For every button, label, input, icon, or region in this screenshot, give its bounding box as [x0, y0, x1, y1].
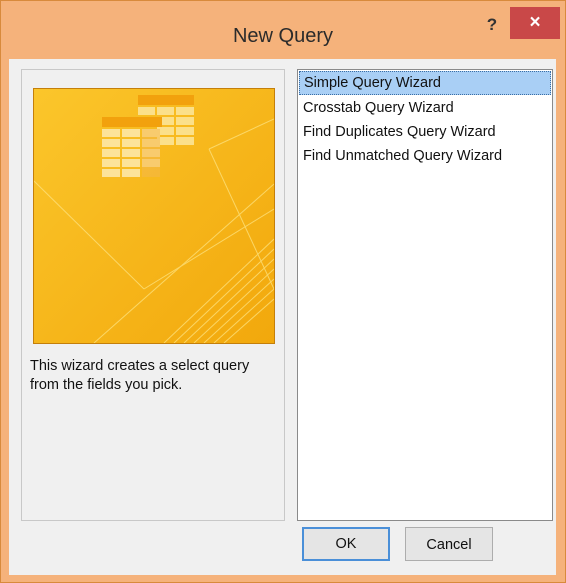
title-bar[interactable]: New Query ? ×	[1, 1, 565, 59]
close-button[interactable]: ×	[510, 7, 560, 39]
wizard-list[interactable]: Simple Query Wizard Crosstab Query Wizar…	[297, 69, 553, 521]
wizard-description: This wizard creates a select query from …	[30, 358, 250, 393]
query-wizard-illustration	[34, 89, 274, 343]
ok-button[interactable]: OK	[302, 527, 390, 561]
wizard-preview-image	[33, 88, 275, 344]
wizard-item-find-unmatched[interactable]: Find Unmatched Query Wizard	[299, 144, 551, 168]
dialog-body: This wizard creates a select query from …	[9, 59, 556, 575]
help-button[interactable]: ?	[477, 13, 507, 43]
wizard-preview-panel: This wizard creates a select query from …	[21, 69, 285, 521]
new-query-dialog: New Query ? × This wizard creates a sele…	[0, 0, 566, 583]
wizard-item-find-duplicates[interactable]: Find Duplicates Query Wizard	[299, 120, 551, 144]
wizard-item-simple-query[interactable]: Simple Query Wizard	[299, 71, 551, 95]
wizard-item-crosstab-query[interactable]: Crosstab Query Wizard	[299, 96, 551, 120]
cancel-button[interactable]: Cancel	[405, 527, 493, 561]
